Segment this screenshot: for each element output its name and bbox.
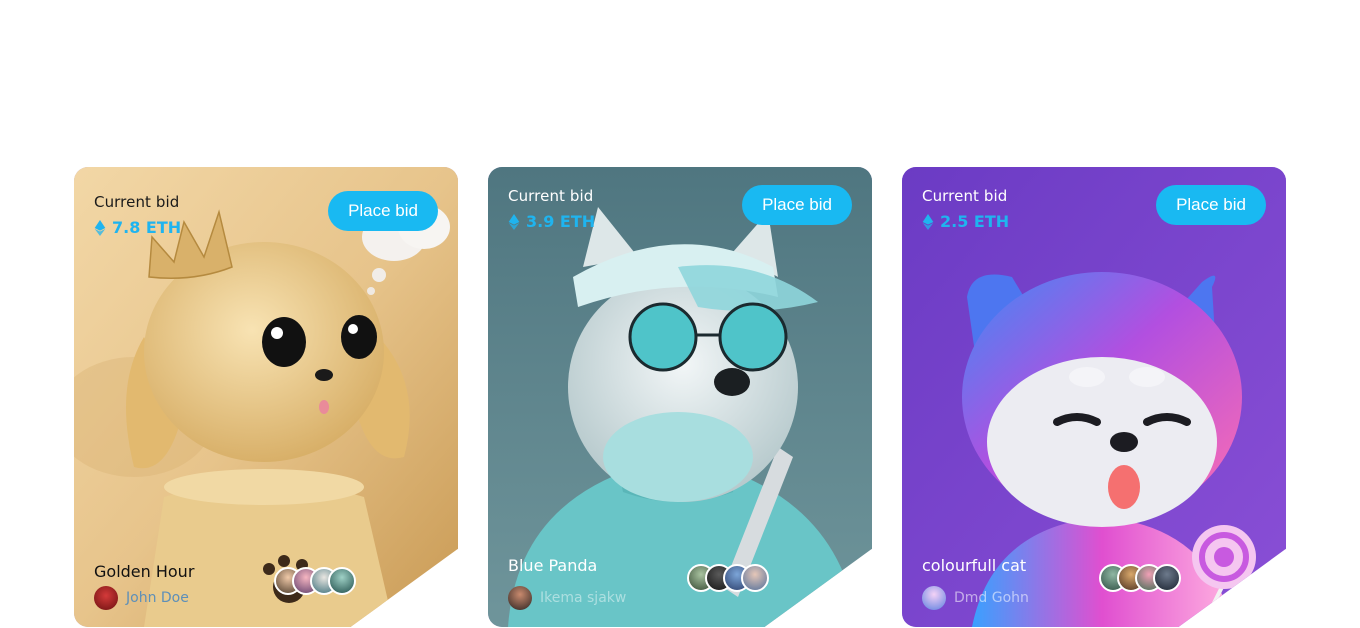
nft-title: Golden Hour <box>94 562 195 581</box>
nft-card-golden-hour[interactable]: Current bid 7.8 ETH Place bid Golden Hou… <box>74 167 458 627</box>
owner-info[interactable]: John Doe <box>94 586 189 610</box>
current-bid-label: Current bid <box>508 187 594 205</box>
bid-amount-text: 3.9 ETH <box>526 212 596 231</box>
ethereum-icon <box>94 219 106 236</box>
bidders-avatars[interactable] <box>274 567 356 595</box>
bid-amount-text: 7.8 ETH <box>112 218 182 237</box>
current-bid-label: Current bid <box>94 193 180 211</box>
owner-name[interactable]: John Doe <box>126 590 189 606</box>
current-bid-amount: 2.5 ETH <box>922 212 1009 231</box>
bidder-avatar <box>741 564 769 592</box>
owner-info[interactable]: Ikema sjakw <box>508 586 626 610</box>
current-bid-label: Current bid <box>922 187 1008 205</box>
bidders-avatars[interactable] <box>687 564 769 592</box>
owner-name[interactable]: Ikema sjakw <box>540 590 626 606</box>
ethereum-icon <box>922 213 934 230</box>
owner-avatar <box>922 586 946 610</box>
nft-card-blue-panda[interactable]: Current bid 3.9 ETH Place bid Blue Panda… <box>488 167 872 627</box>
place-bid-button[interactable]: Place bid <box>328 191 438 231</box>
bidder-avatar <box>328 567 356 595</box>
nft-title: Blue Panda <box>508 556 598 575</box>
owner-avatar <box>508 586 532 610</box>
owner-info[interactable]: Dmd Gohn <box>922 586 1029 610</box>
place-bid-button[interactable]: Place bid <box>1156 185 1266 225</box>
nft-card-colourfull-cat[interactable]: Current bid 2.5 ETH Place bid colourfull… <box>902 167 1286 627</box>
owner-name[interactable]: Dmd Gohn <box>954 590 1029 606</box>
current-bid-amount: 7.8 ETH <box>94 218 181 237</box>
owner-avatar <box>94 586 118 610</box>
bid-amount-text: 2.5 ETH <box>940 212 1010 231</box>
ethereum-icon <box>508 213 520 230</box>
place-bid-button[interactable]: Place bid <box>742 185 852 225</box>
bidders-avatars[interactable] <box>1099 564 1181 592</box>
nft-title: colourfull cat <box>922 556 1027 575</box>
bidder-avatar <box>1153 564 1181 592</box>
current-bid-amount: 3.9 ETH <box>508 212 595 231</box>
